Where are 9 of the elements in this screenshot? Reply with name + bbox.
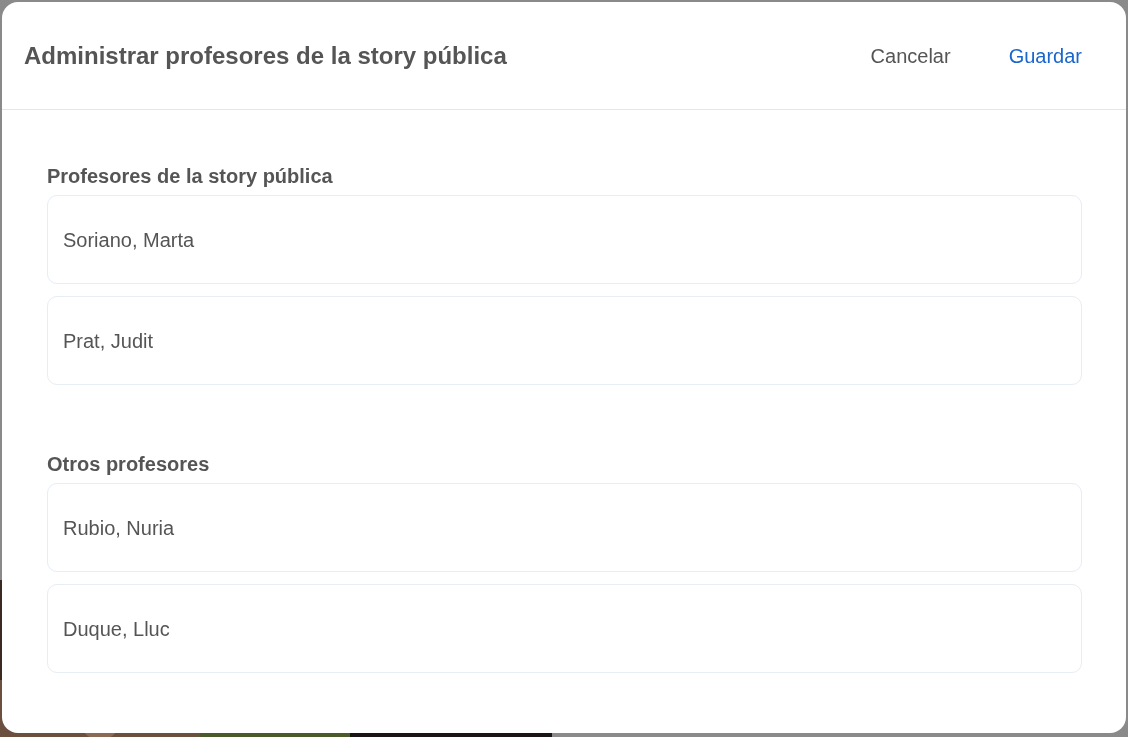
teacher-item[interactable]: Duque, Lluc	[47, 584, 1082, 673]
cancel-button[interactable]: Cancelar	[870, 40, 951, 71]
save-button[interactable]: Guardar	[1008, 40, 1082, 71]
dialog-title: Administrar profesores de la story pública	[24, 40, 508, 71]
teacher-item[interactable]: Rubio, Nuria	[47, 483, 1082, 572]
teacher-item[interactable]: Prat, Judit	[47, 296, 1082, 385]
section-heading: Otros profesores	[47, 452, 211, 477]
teacher-item[interactable]: Soriano, Marta	[47, 195, 1082, 284]
section-heading: Profesores de la story pública	[47, 164, 334, 189]
